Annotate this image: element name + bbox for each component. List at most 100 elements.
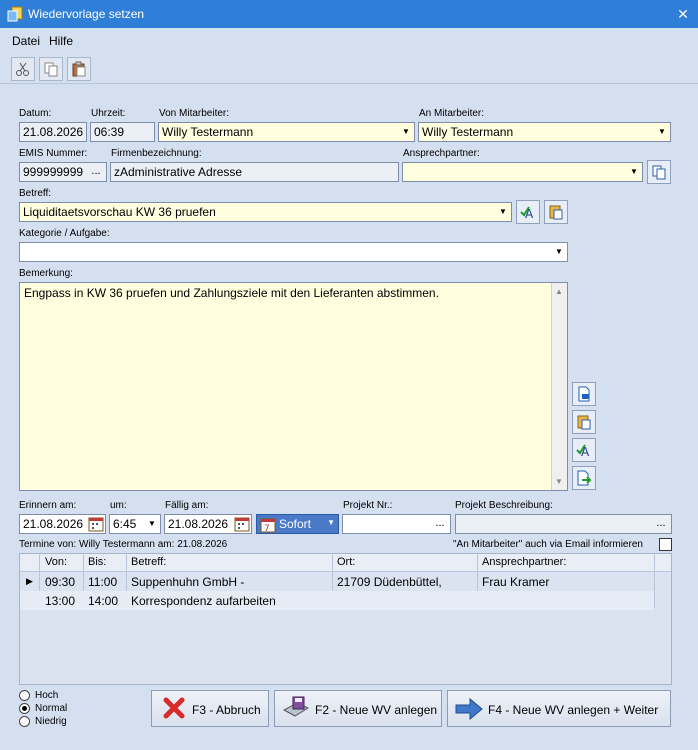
sofort-select[interactable]: 7 Sofort ▼ bbox=[256, 514, 339, 534]
von-mitarbeiter-select[interactable]: Willy Testermann ▼ bbox=[158, 122, 415, 142]
paste-icon bbox=[72, 61, 86, 77]
cell-ansprechpartner: Frau Kramer bbox=[482, 575, 550, 589]
scroll-up-icon[interactable]: ▲ bbox=[555, 287, 563, 296]
faellig-value: 21.08.2026 bbox=[168, 517, 229, 531]
spellcheck-icon: A bbox=[576, 444, 590, 458]
table-header: Von: Bis: Betreff: Ort: Ansprechpartner: bbox=[20, 554, 671, 572]
text-templates-button[interactable] bbox=[544, 200, 568, 224]
column-header-betreff[interactable]: Betreff: bbox=[131, 556, 166, 568]
projekt-nr-label: Projekt Nr.: bbox=[343, 500, 393, 511]
betreff-label: Betreff: bbox=[19, 188, 52, 199]
neue-wv-weiter-button[interactable]: F4 - Neue WV anlegen + Weiter bbox=[447, 690, 671, 727]
erinnern-label: Erinnern am: bbox=[19, 500, 77, 511]
clipboard-icon bbox=[549, 205, 563, 220]
column-header-bis[interactable]: Bis: bbox=[88, 556, 106, 568]
svg-text:7: 7 bbox=[264, 524, 270, 533]
cell-betreff: Korrespondenz aufarbeiten bbox=[131, 594, 276, 608]
emis-field[interactable]: 999999999 ... bbox=[19, 162, 107, 182]
copy-icon bbox=[44, 62, 58, 77]
column-header-ort[interactable]: Ort: bbox=[337, 556, 355, 568]
cut-button[interactable] bbox=[11, 57, 35, 81]
column-header-von[interactable]: Von: bbox=[45, 556, 67, 568]
faellig-date-field[interactable]: 21.08.2026 bbox=[164, 514, 252, 534]
memo-spellcheck-button[interactable]: A bbox=[572, 438, 596, 462]
uhrzeit-field[interactable]: 06:39 bbox=[90, 122, 155, 142]
table-row[interactable]: 13:00 14:00 Korrespondenz aufarbeiten bbox=[20, 591, 654, 610]
um-label: um: bbox=[110, 500, 127, 511]
chevron-down-icon[interactable]: ▼ bbox=[626, 163, 642, 181]
column-header-ansprechpartner[interactable]: Ansprechpartner: bbox=[482, 556, 566, 568]
an-mitarbeiter-select[interactable]: Willy Testermann ▼ bbox=[418, 122, 671, 142]
priority-hoch-radio[interactable] bbox=[19, 690, 30, 701]
kategorie-select[interactable]: ▼ bbox=[19, 242, 568, 262]
erinnern-date-field[interactable]: 21.08.2026 bbox=[19, 514, 106, 534]
spellcheck-icon: A bbox=[520, 206, 534, 220]
uhrzeit-label: Uhrzeit: bbox=[91, 108, 126, 119]
datum-label: Datum: bbox=[19, 108, 52, 119]
priority-hoch-label: Hoch bbox=[35, 690, 59, 701]
projekt-beschreibung-field[interactable]: ... bbox=[455, 514, 672, 534]
datum-field[interactable]: 21.08.2026 bbox=[19, 122, 87, 142]
chevron-down-icon[interactable]: ▼ bbox=[654, 123, 670, 141]
copy-button[interactable] bbox=[39, 57, 63, 81]
emis-lookup-button[interactable]: ... bbox=[87, 163, 105, 181]
emis-value: 999999999 bbox=[23, 165, 84, 179]
copy-contact-button[interactable] bbox=[647, 160, 671, 184]
row-selected-indicator-icon: ▶ bbox=[26, 576, 33, 586]
memo-insert-button[interactable] bbox=[572, 466, 596, 490]
priority-niedrig-label: Niedrig bbox=[35, 716, 67, 727]
projekt-lookup-button[interactable]: ... bbox=[431, 515, 449, 533]
save-disk-icon bbox=[282, 696, 310, 717]
cell-von: 09:30 bbox=[45, 575, 76, 589]
email-notify-checkbox[interactable] bbox=[659, 538, 672, 551]
chevron-down-icon[interactable]: ▼ bbox=[551, 243, 567, 261]
betreff-select[interactable]: Liquiditaetsvorschau KW 36 pruefen ▼ bbox=[19, 202, 512, 222]
bemerkung-label: Bemerkung: bbox=[19, 268, 73, 279]
paste-button[interactable] bbox=[67, 57, 91, 81]
svg-text:A: A bbox=[525, 207, 534, 220]
priority-normal-radio[interactable] bbox=[19, 703, 30, 714]
calendar-icon[interactable] bbox=[234, 516, 250, 532]
window-title: Wiedervorlage setzen bbox=[28, 7, 145, 21]
table-row[interactable]: ▶ 09:30 11:00 Suppenhuhn GmbH - 21709 Dü… bbox=[20, 572, 654, 591]
projekt-beschreibung-button[interactable]: ... bbox=[652, 515, 670, 533]
title-bar: Wiedervorlage setzen ✕ bbox=[0, 0, 698, 28]
kategorie-label: Kategorie / Aufgabe: bbox=[19, 228, 110, 239]
calendar-icon[interactable] bbox=[88, 516, 104, 532]
abbruch-label: F3 - Abbruch bbox=[192, 703, 261, 717]
document-button[interactable] bbox=[572, 382, 596, 406]
projekt-beschreibung-label: Projekt Beschreibung: bbox=[455, 500, 553, 511]
arrow-right-icon bbox=[455, 697, 483, 721]
column-divider bbox=[654, 554, 655, 608]
faellig-label: Fällig am: bbox=[165, 500, 209, 511]
neue-wv-button[interactable]: F2 - Neue WV anlegen bbox=[274, 690, 442, 727]
document-icon bbox=[578, 386, 590, 402]
bemerkung-textarea[interactable]: Engpass in KW 36 pruefen und Zahlungszie… bbox=[19, 282, 568, 491]
abbruch-button[interactable]: F3 - Abbruch bbox=[151, 690, 269, 727]
firma-field[interactable]: zAdministrative Adresse bbox=[110, 162, 399, 182]
scroll-down-icon[interactable]: ▼ bbox=[555, 477, 563, 486]
um-select[interactable]: 6:45 ▼ bbox=[109, 514, 161, 534]
app-icon bbox=[7, 6, 23, 22]
svg-text:A: A bbox=[581, 445, 590, 458]
betreff-value: Liquiditaetsvorschau KW 36 pruefen bbox=[23, 205, 216, 219]
menu-hilfe[interactable]: Hilfe bbox=[49, 34, 73, 48]
chevron-down-icon[interactable]: ▼ bbox=[144, 515, 160, 533]
cell-bis: 14:00 bbox=[88, 594, 119, 608]
close-button[interactable]: ✕ bbox=[672, 3, 694, 25]
memo-templates-button[interactable] bbox=[572, 410, 596, 434]
chevron-down-icon[interactable]: ▼ bbox=[495, 203, 511, 221]
chevron-down-icon[interactable]: ▼ bbox=[398, 123, 414, 141]
priority-niedrig-radio[interactable] bbox=[19, 716, 30, 727]
von-mitarbeiter-value: Willy Testermann bbox=[162, 125, 254, 139]
bemerkung-scrollbar[interactable]: ▲ ▼ bbox=[551, 283, 567, 490]
ansprech-select[interactable]: ▼ bbox=[402, 162, 643, 182]
projekt-nr-field[interactable]: ... bbox=[342, 514, 451, 534]
menu-datei[interactable]: Datei bbox=[12, 34, 40, 48]
email-notify-label: "An Mitarbeiter" auch via Email informie… bbox=[453, 539, 643, 550]
insert-arrow-icon bbox=[577, 470, 592, 486]
spellcheck-button[interactable]: A bbox=[516, 200, 540, 224]
termine-table: Von: Bis: Betreff: Ort: Ansprechpartner:… bbox=[19, 553, 672, 685]
scissors-icon bbox=[16, 62, 29, 76]
chevron-down-icon[interactable]: ▼ bbox=[327, 518, 335, 527]
